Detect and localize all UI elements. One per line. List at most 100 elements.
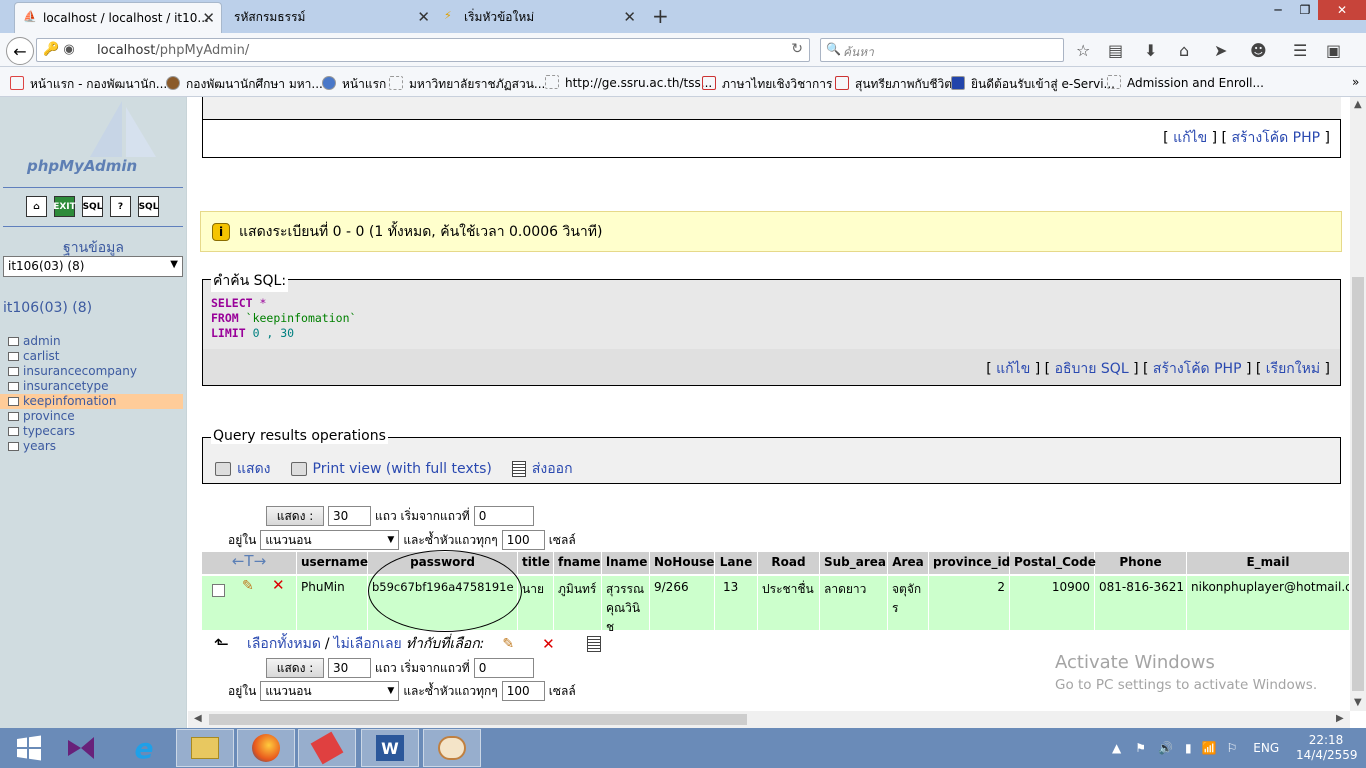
table-item-selected[interactable]: keepinfomation — [0, 394, 183, 409]
back-icon[interactable]: ← — [6, 37, 34, 65]
database-title[interactable]: it106(03) (8) — [3, 300, 92, 316]
bookmark-item[interactable]: ภาษาไทยเชิงวิชาการ — [702, 75, 832, 94]
paint-tool-icon[interactable] — [298, 729, 356, 767]
show-button[interactable]: แสดง : — [266, 506, 324, 526]
column-header[interactable]: title — [518, 552, 554, 574]
horizontal-scrollbar[interactable]: ◀ ▶ — [188, 711, 1350, 728]
scroll-right-icon[interactable]: ▶ — [1336, 713, 1344, 724]
close-icon[interactable]: ✕ — [202, 9, 215, 27]
start-row-input[interactable]: 0 — [473, 506, 534, 526]
file-explorer-icon[interactable] — [176, 729, 234, 767]
send-icon[interactable]: ➤ — [1214, 41, 1227, 60]
flag-icon[interactable]: ⚐ — [1227, 741, 1238, 755]
export-link[interactable]: ส่งออก — [511, 458, 573, 480]
start-icon[interactable] — [0, 729, 58, 767]
scroll-down-icon[interactable]: ▼ — [1354, 697, 1362, 708]
battery-icon[interactable]: ▮ — [1185, 741, 1192, 755]
window-close-icon[interactable]: ✕ — [1318, 0, 1366, 20]
exit-icon[interactable]: EXIT — [53, 196, 76, 217]
language-indicator[interactable]: ENG — [1253, 741, 1279, 755]
scroll-thumb[interactable] — [209, 714, 747, 725]
rows-input[interactable]: 30 — [328, 506, 371, 526]
column-header[interactable]: NoHouse — [650, 552, 715, 574]
table-item[interactable]: carlist — [0, 349, 187, 364]
table-item[interactable]: insurancecompany — [0, 364, 187, 379]
close-icon[interactable]: ✕ — [623, 8, 636, 26]
bookmark-item[interactable]: http://ge.ssru.ac.th/tss... — [545, 75, 712, 90]
delete-x-icon[interactable]: ✕ — [272, 576, 285, 594]
select-all-link[interactable]: เลือกทั้งหมด — [247, 633, 321, 655]
table-item[interactable]: insurancetype — [0, 379, 187, 394]
edit-pencil-icon[interactable]: ✎ — [502, 636, 514, 652]
bookmark-item[interactable]: ยินดีต้อนรับเข้าสู่ e-Servi... — [951, 75, 1115, 94]
menu-icon[interactable]: ☰ — [1293, 41, 1307, 60]
docs-icon[interactable]: SQL — [138, 196, 159, 217]
minimize-icon[interactable]: ─ — [1264, 0, 1292, 20]
edit-link[interactable]: แก้ไข — [996, 361, 1030, 377]
edit-link[interactable]: แก้ไข — [1173, 130, 1207, 146]
column-header[interactable]: lname — [602, 552, 650, 574]
mode-select[interactable]: แนวนอน ▼ — [260, 681, 400, 701]
reading-list-icon[interactable]: ▤ — [1108, 41, 1123, 60]
bookmark-item[interactable]: สุนทรียภาพกับชีวิต — [835, 75, 952, 94]
column-header[interactable]: province_id — [929, 552, 1010, 574]
visual-studio-icon[interactable] — [52, 729, 110, 767]
download-icon[interactable]: ⬇ — [1144, 41, 1157, 60]
bookmark-item[interactable]: มหาวิทยาลัยราชภัฏสวน... — [389, 75, 545, 94]
repeat-input[interactable]: 100 — [501, 530, 545, 550]
new-tab-icon[interactable]: + — [652, 4, 669, 28]
rows-input[interactable]: 30 — [328, 658, 371, 678]
ie-icon[interactable]: e — [115, 729, 173, 767]
action-center-icon[interactable]: ⚑ — [1135, 741, 1146, 755]
column-header[interactable]: fname — [554, 552, 602, 574]
delete-x-icon[interactable]: ✕ — [542, 635, 555, 653]
word-icon[interactable]: W — [361, 729, 419, 767]
url-bar[interactable]: 🔑 ◉ localhost/phpMyAdmin/ ↻ — [36, 38, 810, 62]
table-item[interactable]: typecars — [0, 424, 187, 439]
firefox-icon[interactable] — [237, 729, 295, 767]
help-icon[interactable]: ? — [110, 196, 131, 217]
phpmyadmin-logo[interactable]: phpMyAdmin — [27, 101, 156, 175]
database-select[interactable]: it106(03) (8) ▼ — [3, 256, 183, 277]
table-item[interactable]: province — [0, 409, 187, 424]
sql-icon[interactable]: SQL — [82, 196, 103, 217]
repeat-input[interactable]: 100 — [501, 681, 545, 701]
explain-sql-link[interactable]: อธิบาย SQL — [1055, 361, 1129, 377]
print-view-link[interactable]: แสดง — [215, 458, 271, 480]
column-header[interactable]: Phone — [1095, 552, 1187, 574]
reload-icon[interactable]: ↻ — [791, 41, 803, 57]
export-icon[interactable] — [586, 636, 601, 652]
table-item[interactable]: years — [0, 439, 187, 454]
column-header[interactable]: Postal_Code — [1010, 552, 1096, 574]
bookmark-item[interactable]: Admission and Enroll... — [1107, 75, 1264, 90]
hello-icon[interactable]: ☻ — [1250, 41, 1267, 60]
edit-pencil-icon[interactable]: ✎ — [242, 578, 254, 594]
tab-new-topic[interactable]: ⚡ เริ่มหัวข้อใหม่ ✕ — [436, 2, 642, 33]
column-header[interactable]: E_mail — [1187, 552, 1350, 574]
show-button[interactable]: แสดง : — [266, 658, 324, 678]
addon-icon[interactable]: ▣ — [1326, 41, 1341, 60]
clock[interactable]: 22:18 14/4/2559 — [1296, 733, 1358, 763]
refresh-link[interactable]: เรียกใหม่ — [1266, 361, 1320, 377]
row-checkbox[interactable] — [212, 584, 225, 597]
maximize-icon[interactable]: ❐ — [1292, 0, 1318, 20]
close-icon[interactable]: ✕ — [417, 8, 430, 26]
tab-phpmyadmin[interactable]: ⛵ localhost / localhost / it10... ✕ — [14, 2, 222, 33]
deselect-all-link[interactable]: ไม่เลือกเลย — [334, 633, 402, 655]
volume-icon[interactable]: 🔊 — [1158, 741, 1173, 755]
tab-policy[interactable]: รหัสกรมธรรม์ ✕ — [222, 2, 436, 33]
sort-arrows[interactable]: ←T→ — [202, 552, 297, 574]
table-item[interactable]: admin — [0, 334, 187, 349]
vertical-scrollbar[interactable]: ▲ ▼ — [1350, 97, 1366, 711]
create-php-link[interactable]: สร้างโค้ด PHP — [1231, 130, 1320, 146]
paint-icon[interactable] — [423, 729, 481, 767]
bookmark-item[interactable]: หน้าแรก — [322, 75, 386, 94]
print-full-link[interactable]: Print view (with full texts) — [290, 458, 492, 480]
column-header[interactable]: Road — [758, 552, 820, 574]
scroll-thumb[interactable] — [1352, 277, 1364, 691]
bookmark-star-icon[interactable]: ☆ — [1076, 41, 1090, 60]
column-header[interactable]: password — [368, 552, 518, 574]
scroll-left-icon[interactable]: ◀ — [194, 713, 202, 724]
search-input[interactable]: 🔍 ค้นหา — [820, 38, 1064, 62]
column-header[interactable]: username — [297, 552, 368, 574]
